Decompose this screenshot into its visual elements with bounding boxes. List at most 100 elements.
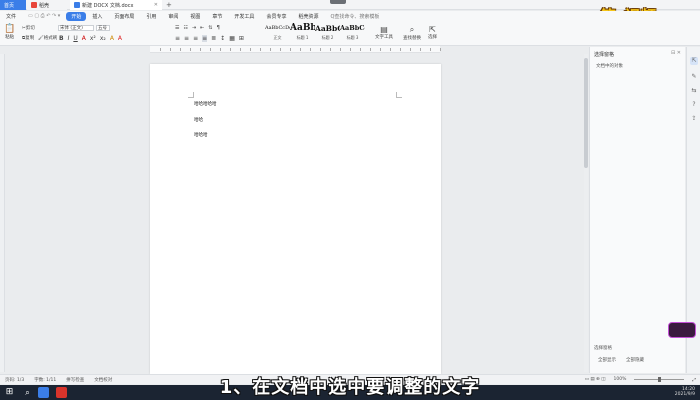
outdent-icon[interactable]: ⇤ (200, 25, 204, 31)
ruler-tick (300, 48, 301, 51)
copy-button[interactable]: ⧉ 复制 (22, 35, 34, 41)
menu-item-member[interactable]: 会员专享 (260, 13, 292, 20)
style-heading-2[interactable]: AaBbC 标题 2 (315, 22, 340, 44)
font-name-select[interactable]: 宋体 (正文) (58, 25, 94, 31)
vertical-ruler[interactable] (0, 54, 5, 372)
italic-icon[interactable]: I (68, 35, 70, 42)
pane-footer-label: 选择窗格 (594, 346, 612, 351)
text-line[interactable]: 哈哈哈哈哈 (194, 101, 217, 107)
superscript-icon[interactable]: x² (90, 35, 96, 42)
wps-icon[interactable] (56, 387, 67, 398)
text-line[interactable]: 哈哈哈 (194, 132, 208, 138)
search-icon[interactable]: ⌕ (22, 387, 33, 398)
numbering-icon[interactable]: ☷ (183, 25, 187, 31)
ruler-tick (250, 48, 251, 51)
spell-check[interactable]: 拼写检查 (61, 377, 89, 383)
style-heading-1[interactable]: AaBb 标题 1 (290, 22, 315, 44)
align-center-icon[interactable]: ≡ (184, 35, 189, 42)
select-button[interactable]: ⇱ 选择 (428, 25, 437, 40)
show-marks-icon[interactable]: ¶ (217, 25, 220, 31)
ruler-tick (170, 48, 171, 51)
new-tab-icon[interactable]: + (166, 1, 172, 9)
windows-start-icon[interactable]: ⊞ (4, 387, 15, 398)
style-sample: AaBbCcI (340, 24, 365, 32)
underline-icon[interactable]: U (73, 35, 77, 42)
copy-label: 复制 (25, 36, 35, 41)
word-count[interactable]: 字数: 1/11 (29, 377, 61, 383)
tab-shell[interactable]: 稻壳 (27, 0, 67, 10)
ruler-tick (260, 48, 261, 51)
font-size-select[interactable]: 五号 (96, 25, 110, 31)
menu-item-references[interactable]: 引用 (140, 13, 162, 20)
ruler-tick (370, 48, 371, 51)
menu-item-developer[interactable]: 开发工具 (228, 13, 260, 20)
horizontal-ruler[interactable] (150, 46, 441, 53)
style-sample: AaBbC (315, 24, 340, 33)
quick-access-icons[interactable]: ▭ ▢ ⎙ ↶ ↷ ▾ (22, 13, 66, 19)
tab-home[interactable]: 首页 (0, 0, 26, 10)
border-icon[interactable]: ⊞ (239, 35, 244, 42)
find-replace-label: 查找替换 (403, 36, 421, 41)
highlight-icon[interactable]: A (110, 35, 114, 42)
ruler-tick (270, 48, 271, 51)
menu-item-sections[interactable]: 章节 (206, 13, 228, 20)
menu-item-view[interactable]: 视图 (184, 13, 206, 20)
shell-label: 稻壳 (39, 2, 50, 9)
style-label: 标题 1 (296, 35, 309, 40)
show-all-button[interactable]: 全部显示 (598, 357, 616, 363)
bold-icon[interactable]: B (59, 35, 64, 42)
paste-button[interactable]: 📋 粘贴 (4, 24, 15, 40)
style-heading-3[interactable]: AaBbCcI 标题 3 (340, 22, 365, 44)
sort-icon[interactable]: ⇅ (208, 25, 212, 31)
ruler-tick (210, 48, 211, 51)
hide-all-button[interactable]: 全部隐藏 (626, 357, 644, 363)
menu-item-layout[interactable]: 页面布局 (108, 13, 140, 20)
fit-page-icon[interactable]: ⤢ (688, 377, 700, 383)
style-label: 标题 3 (346, 35, 359, 40)
menu-item-insert[interactable]: 插入 (86, 13, 108, 20)
edit-icon[interactable]: ✎ (690, 73, 698, 81)
pane-controls-icon[interactable]: ⊟ ✕ (671, 50, 681, 56)
document-scrollbar[interactable] (584, 54, 588, 372)
font-color-icon[interactable]: A (82, 35, 86, 42)
help-icon[interactable]: ? (690, 101, 698, 109)
close-icon[interactable]: ✕ (154, 2, 158, 8)
share-icon[interactable]: ⇪ (690, 115, 698, 123)
scrollbar-thumb[interactable] (584, 58, 588, 168)
adjust-icon[interactable]: ⇆ (690, 87, 698, 95)
tab-document[interactable]: 新建 DOCX 文档.docx ✕ (70, 0, 162, 10)
line-spacing-icon[interactable]: ↕ (220, 35, 225, 42)
cut-button[interactable]: ✂ 剪切 (22, 25, 35, 32)
page-indicator[interactable]: 页码: 1/3 (0, 377, 29, 383)
menu-item-docer[interactable]: 稻壳资源 (292, 13, 324, 20)
bullets-icon[interactable]: ☰ (175, 25, 179, 31)
zoom-slider-thumb[interactable] (658, 377, 662, 382)
clock[interactable]: 14:20 2021/9/9 (655, 387, 695, 397)
style-sample: AaBbCcDd (265, 25, 290, 31)
align-left-icon[interactable]: ≡ (175, 35, 180, 42)
subscript-icon[interactable]: x₂ (100, 35, 106, 42)
zoom-level[interactable]: 100% (610, 377, 631, 382)
zoom-slider[interactable] (634, 377, 685, 382)
text-line[interactable]: 哈哈 (194, 117, 203, 123)
floating-widget-icon[interactable] (668, 322, 696, 338)
command-search[interactable]: Q查找命令、搜索模板 (324, 13, 385, 20)
justify-icon[interactable]: ≡ (202, 35, 208, 42)
format-painter-button[interactable]: 🖌 格式刷 (38, 35, 57, 42)
document-page[interactable]: 哈哈哈哈哈 哈哈 哈哈哈 (150, 64, 441, 374)
menu-item-home[interactable]: 开始 (66, 11, 87, 21)
select-pane-icon[interactable]: ⇱ (690, 57, 698, 65)
ruler-tick (200, 48, 201, 51)
style-normal[interactable]: AaBbCcDd 正文 (265, 22, 290, 44)
explorer-icon[interactable] (38, 387, 49, 398)
menu-item-review[interactable]: 审阅 (162, 13, 184, 20)
text-color-icon[interactable]: A (118, 35, 122, 42)
align-right-icon[interactable]: ≡ (193, 35, 198, 42)
distribute-icon[interactable]: ≣ (211, 35, 216, 42)
paste-label: 粘贴 (5, 35, 15, 40)
find-replace-button[interactable]: ⌕ 查找替换 (403, 25, 421, 41)
shading-icon[interactable]: ▦ (229, 35, 235, 42)
indent-icon[interactable]: ⇥ (192, 25, 196, 31)
menu-file[interactable]: 文件 (0, 13, 22, 20)
text-tools-button[interactable]: ▤ 文字工具 (375, 25, 393, 40)
